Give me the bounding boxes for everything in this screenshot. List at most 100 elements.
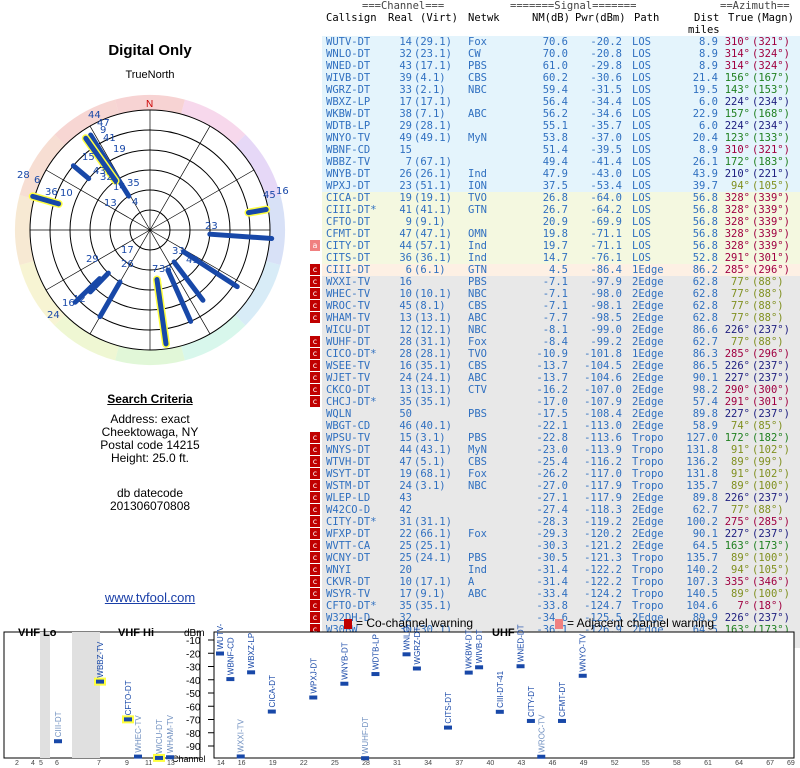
table-row[interactable]: c WLEP-LD 43 -27.1 -117.9 2Edge 89.8 226° (237°) [300, 492, 800, 504]
cell-call[interactable]: WSYT-DT [326, 468, 370, 480]
table-row[interactable]: WICU-DT 12 (12.1) NBC -8.1 -99.0 2Edge 86.6 226°… [300, 324, 800, 336]
table-row[interactable]: WPXJ-DT 23 (51.1) ION 37.5 -53.4 LOS 39.7 94° (10… [300, 180, 800, 192]
table-row[interactable]: WKBW-DT 38 (7.1) ABC 56.2 -34.6 LOS 22.9 157° (16… [300, 108, 800, 120]
table-row[interactable]: c WSEE-TV 16 (35.1) CBS -13.7 -104.5 2Edge 86.5 2… [300, 360, 800, 372]
table-row[interactable]: c WSTM-DT 24 (3.1) NBC -27.0 -117.9 Tropo 135.7 8… [300, 480, 800, 492]
tvfool-link[interactable]: www.tvfool.com [0, 590, 300, 605]
table-row[interactable]: WBNF-CD 15 51.4 -39.5 LOS 8.9 310° (321°) [300, 144, 800, 156]
cell-call[interactable]: CITY-DT [326, 240, 370, 252]
table-row[interactable]: c WNYI 20 Ind -31.4 -122.2 Tropo 140.2 94° (105°) [300, 564, 800, 576]
table-row[interactable]: c CFTO-DT* 35 (35.1) -33.8 -124.7 Tropo 104.6 7°… [300, 600, 800, 612]
cell-call[interactable]: WROC-TV [326, 300, 370, 312]
cell-call[interactable]: WQLN [326, 408, 351, 420]
cell-call[interactable]: WJET-TV [326, 372, 370, 384]
cell-call[interactable]: WBNF-CD [326, 144, 370, 156]
cell-call[interactable]: WHAM-TV [326, 312, 370, 324]
cell-call[interactable]: WHEC-TV [326, 288, 370, 300]
cell-call[interactable]: WNYO-TV [326, 132, 370, 144]
cell-call[interactable]: CIII-DT [326, 264, 370, 276]
table-row[interactable]: c CHCJ-DT* 35 (35.1) -17.0 -107.9 2Edge 57.4 291… [300, 396, 800, 408]
cell-call[interactable]: CICO-DT* [326, 348, 377, 360]
cell-call[interactable]: WUTV-DT [326, 36, 370, 48]
cell-call[interactable]: WPSU-TV [326, 432, 370, 444]
cell-call[interactable]: WNYB-DT [326, 168, 370, 180]
cell-call[interactable]: W42CO-D [326, 504, 370, 516]
table-row[interactable]: WBBZ-TV 7 (67.1) 49.4 -41.4 LOS 26.1 172° (183°) [300, 156, 800, 168]
cell-call[interactable]: WUHF-DT [326, 336, 370, 348]
cell-call[interactable]: WPXJ-DT [326, 180, 370, 192]
table-row[interactable]: c WROC-TV 45 (8.1) CBS -7.1 -98.1 2Edge 62.8 77°(… [300, 300, 800, 312]
cell-call[interactable]: WBBZ-TV [326, 156, 370, 168]
cell-call[interactable]: CKVR-DT [326, 576, 370, 588]
table-row[interactable]: WQLN 50 PBS -17.5 -108.4 2Edge 89.8 227° (237°) [300, 408, 800, 420]
cell-call[interactable]: CITY-DT* [326, 516, 377, 528]
table-row[interactable]: c CIII-DT 6 (6.1) GTN 4.5 -86.4 1Edge 86.2 285° (2… [300, 264, 800, 276]
cell-call[interactable]: WXXI-TV [326, 276, 370, 288]
cell-call[interactable]: WBGT-CD [326, 420, 370, 432]
table-row[interactable]: c WFXP-DT 22 (66.1) Fox -29.3 -120.2 2Edge 90.1 2… [300, 528, 800, 540]
table-row[interactable]: WNYB-DT 26 (26.1) Ind 47.9 -43.0 LOS 43.9 210° (2… [300, 168, 800, 180]
cell-call[interactable]: WIVB-DT [326, 72, 370, 84]
cell-call[interactable]: WNYI [326, 564, 351, 576]
cell-call[interactable]: WKBW-DT [326, 108, 370, 120]
table-row[interactable]: WDTB-LP 29 (28.1) 55.1 -35.7 LOS 6.0 224° (234°) [300, 120, 800, 132]
table-row[interactable]: c WNYS-DT 44 (43.1) MyN -23.0 -113.9 Tropo 131.8… [300, 444, 800, 456]
cell-call[interactable]: WSYR-TV [326, 588, 370, 600]
table-row[interactable]: c WCNY-DT 25 (24.1) PBS -30.5 -121.3 Tropo 135.7… [300, 552, 800, 564]
table-row[interactable]: CIII-DT* 41 (41.1) GTN 26.7 -64.2 LOS 56.8 328°(… [300, 204, 800, 216]
cell-call[interactable]: WFXP-DT [326, 528, 370, 540]
table-row[interactable]: CFMT-DT 47 (47.1) OMN 19.8 -71.1 LOS 56.8 328° (3… [300, 228, 800, 240]
table-row[interactable]: WNYO-TV 49 (49.1) MyN 53.8 -37.0 LOS 20.4 123° (1… [300, 132, 800, 144]
table-row[interactable]: c W42CO-D 42 -27.4 -118.3 2Edge 62.7 77° (88°) [300, 504, 800, 516]
db-label: db datecode [116, 486, 184, 500]
cell-call[interactable]: WDTB-LP [326, 120, 370, 132]
table-row[interactable]: WUTV-DT 14 (29.1) Fox 70.6 -20.2 LOS 8.9 310° (32… [300, 36, 800, 48]
table-row[interactable]: c CICO-DT* 28 (28.1) TVO -10.9 -101.8 1Edge 86.3… [300, 348, 800, 360]
table-row[interactable]: c WXXI-TV 16 PBS -7.1 -97.9 2Edge 62.8 77° (88°) [300, 276, 800, 288]
cell-call[interactable]: WSEE-TV [326, 360, 370, 372]
table-row[interactable]: WBXZ-LP 17 (17.1) 56.4 -34.4 LOS 6.0 224° (234°) [300, 96, 800, 108]
table-row[interactable]: CITS-DT 36 (36.1) Ind 14.7 -76.1 LOS 52.8 291° (3… [300, 252, 800, 264]
table-row[interactable]: c WVTT-CA 25 (25.1) -30.3 -121.2 2Edge 64.5 163°… [300, 540, 800, 552]
cell-call[interactable]: CHCJ-DT* [326, 396, 377, 408]
table-row[interactable]: WIVB-DT 39 (4.1) CBS 60.2 -30.6 LOS 21.4 156° (16… [300, 72, 800, 84]
cell-call[interactable]: CICA-DT [326, 192, 370, 204]
table-row[interactable]: c CITY-DT* 31 (31.1) -28.3 -119.2 2Edge 100.2 27… [300, 516, 800, 528]
table-row[interactable]: c CKCO-DT 13 (13.1) CTV -16.2 -107.0 2Edge 98.2 2… [300, 384, 800, 396]
table-row[interactable]: c WSYR-TV 17 (9.1) ABC -33.4 -124.2 Tropo 140.5 8… [300, 588, 800, 600]
cell-call[interactable]: WTVH-DT [326, 456, 370, 468]
table-row[interactable]: c WHAM-TV 13 (13.1) ABC -7.7 -98.5 2Edge 62.8 77°… [300, 312, 800, 324]
table-row[interactable]: CICA-DT 19 (19.1) TVO 26.8 -64.0 LOS 56.8 328° (3… [300, 192, 800, 204]
table-row[interactable]: c CKVR-DT 10 (17.1) A -31.4 -122.2 Tropo 107.3 33… [300, 576, 800, 588]
table-row[interactable]: c WPSU-TV 15 (3.1) PBS -22.8 -113.6 Tropo 127.0 1… [300, 432, 800, 444]
table-row[interactable]: WNED-DT 43 (17.1) PBS 61.0 -29.8 LOS 8.9 314° (32… [300, 60, 800, 72]
table-row[interactable]: a CITY-DT 44 (57.1) Ind 19.7 -71.1 LOS 56.8 328°(… [300, 240, 800, 252]
cell-call[interactable]: WLEP-LD [326, 492, 370, 504]
cell-call[interactable]: WNYS-DT [326, 444, 370, 456]
cell-call[interactable]: CKCO-DT [326, 384, 370, 396]
cell-call[interactable]: CFTO-DT* [326, 600, 377, 612]
table-row[interactable]: WNLO-DT 32 (23.1) CW 70.0 -20.8 LOS 8.9 314° (324… [300, 48, 800, 60]
cell-call[interactable]: WCNY-DT [326, 552, 370, 564]
table-row[interactable]: c WHEC-TV 10 (10.1) NBC -7.1 -98.0 2Edge 62.8 77°… [300, 288, 800, 300]
cell-nm: -7.1 [542, 300, 568, 312]
cell-call[interactable]: WNED-DT [326, 60, 370, 72]
table-row[interactable]: c WUHF-DT 28 (31.1) Fox -8.4 -99.2 2Edge 62.7 77°… [300, 336, 800, 348]
cell-call[interactable]: WICU-DT [326, 324, 370, 336]
cell-call[interactable]: WSTM-DT [326, 480, 370, 492]
cell-nm: -27.1 [536, 492, 568, 504]
table-row[interactable]: WGRZ-DT 33 (2.1) NBC 59.4 -31.5 LOS 19.5 143° (15… [300, 84, 800, 96]
table-row[interactable]: c WJET-TV 24 (24.1) ABC -13.7 -104.6 2Edge 90.1 2… [300, 372, 800, 384]
table-row[interactable]: CFTO-DT 9 (9.1) 20.9 -69.9 LOS 56.8 328° (339°) [300, 216, 800, 228]
cell-call[interactable]: CIII-DT* [326, 204, 377, 216]
table-row[interactable]: c WTVH-DT 47 (5.1) CBS -25.4 -116.2 Tropo 136.2 8… [300, 456, 800, 468]
cell-call[interactable]: WGRZ-DT [326, 84, 370, 96]
cell-call[interactable]: WVTT-CA [326, 540, 370, 552]
table-row[interactable]: c WSYT-DT 19 (68.1) Fox -26.2 -117.0 Tropo 131.8… [300, 468, 800, 480]
table-row[interactable]: WBGT-CD 46 (40.1) -22.1 -113.0 2Edge 58.9 74° (8… [300, 420, 800, 432]
cell-call[interactable]: CFTO-DT [326, 216, 370, 228]
cell-call[interactable]: WBXZ-LP [326, 96, 370, 108]
cell-call[interactable]: CITS-DT [326, 252, 370, 264]
cell-call[interactable]: WNLO-DT [326, 48, 370, 60]
cell-call[interactable]: CFMT-DT [326, 228, 370, 240]
